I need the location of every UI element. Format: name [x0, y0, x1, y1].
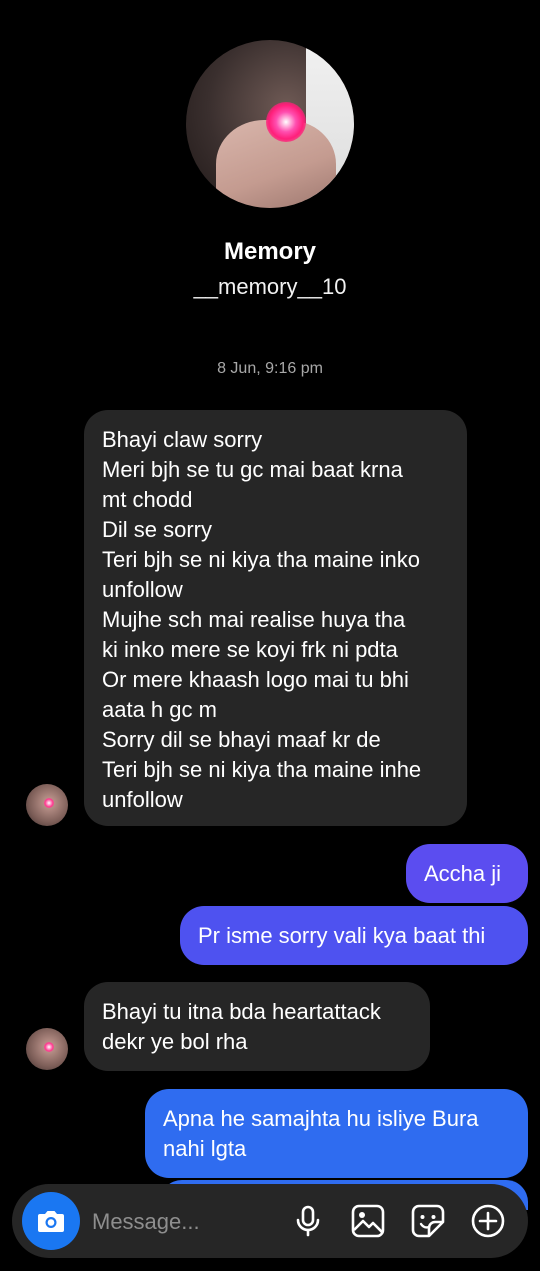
- sender-avatar[interactable]: [26, 1028, 68, 1070]
- add-button[interactable]: [470, 1203, 506, 1239]
- outgoing-message-bubble[interactable]: Accha ji: [406, 844, 528, 903]
- sender-avatar[interactable]: [26, 784, 68, 826]
- outgoing-message-bubble[interactable]: Apna he samajhta hu isliye Bura nahi lgt…: [145, 1089, 528, 1178]
- profile-name[interactable]: Memory: [0, 238, 540, 266]
- message-composer: [12, 1184, 528, 1258]
- profile-username[interactable]: __memory__10: [0, 274, 540, 300]
- camera-button[interactable]: [22, 1192, 80, 1250]
- gallery-button[interactable]: [350, 1203, 386, 1239]
- microphone-button[interactable]: [290, 1203, 326, 1239]
- profile-header: Memory __memory__10: [0, 0, 540, 320]
- message-timestamp: 8 Jun, 9:16 pm: [217, 360, 323, 377]
- profile-avatar[interactable]: [186, 40, 354, 208]
- sticker-icon: [411, 1204, 445, 1238]
- incoming-message-bubble[interactable]: Bhayi claw sorry Meri bjh se tu gc mai b…: [84, 410, 467, 826]
- gallery-icon: [351, 1204, 385, 1238]
- microphone-icon: [296, 1205, 320, 1237]
- sticker-button[interactable]: [410, 1203, 446, 1239]
- add-icon: [471, 1204, 505, 1238]
- message-input[interactable]: [90, 1204, 284, 1240]
- camera-icon: [38, 1211, 64, 1232]
- incoming-message-bubble[interactable]: Bhayi tu itna bda heartattack dekr ye bo…: [84, 982, 430, 1071]
- outgoing-message-bubble[interactable]: Pr isme sorry vali kya baat thi: [180, 906, 528, 965]
